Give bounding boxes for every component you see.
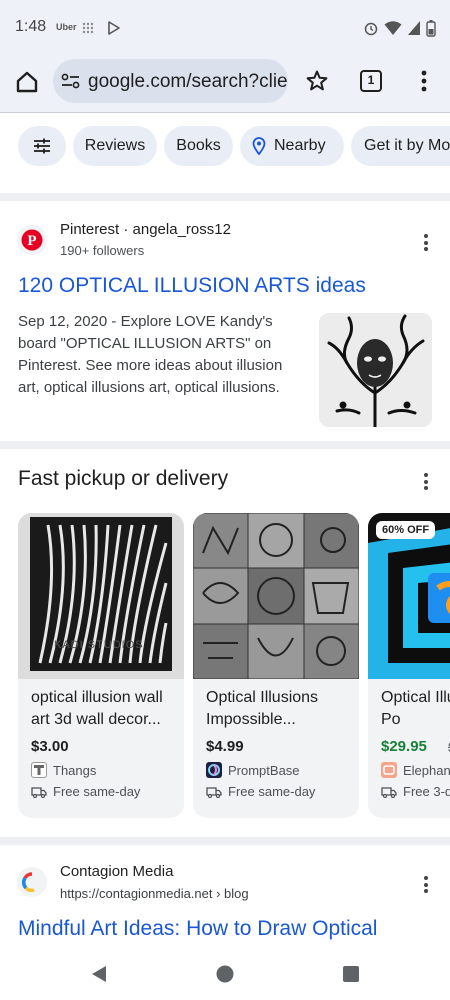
result-thumbnail-image[interactable] <box>319 313 432 427</box>
wifi-icon <box>384 20 402 41</box>
result-source-name[interactable]: Contagion Media <box>60 863 173 880</box>
discount-badge: 60% OFF <box>376 521 436 539</box>
shopping-section: Fast pickup or delivery KADI STUDIOS opt… <box>0 449 450 841</box>
product-image-watermark: KADI STUDIOS <box>54 639 144 651</box>
battery-icon <box>426 19 436 42</box>
result-url: https://contagionmedia.net › blog <box>60 886 249 901</box>
product-seller: PromptBase <box>206 762 300 778</box>
product-image: KADI STUDIOS <box>18 513 184 679</box>
seller-name: Thangs <box>53 762 97 778</box>
signal-icon <box>407 20 421 41</box>
status-time: 1:48 <box>15 18 47 35</box>
section-divider <box>0 193 450 201</box>
search-result-pinterest: P Pinterest · angela_ross12 190+ followe… <box>0 203 450 441</box>
location-pin-icon <box>252 137 266 155</box>
product-card[interactable]: 60% OFF Optical Illu Letter S Po $29.95 … <box>368 513 450 818</box>
home-circle-icon[interactable] <box>216 965 234 988</box>
product-shipping: Free same-day <box>206 784 315 799</box>
shipping-text: Free same-day <box>228 784 316 799</box>
delivery-truck-icon <box>206 786 222 798</box>
promptbase-logo-icon <box>206 762 222 778</box>
result-title-link[interactable]: 120 OPTICAL ILLUSION ARTS ideas <box>18 274 366 298</box>
result-followers: 190+ followers <box>60 243 145 258</box>
books-chip-label: Books <box>176 137 221 154</box>
uber-notification-icon: Uber <box>56 22 77 32</box>
reviews-chip[interactable]: Reviews <box>73 126 157 166</box>
seller-name: Elephan <box>403 762 450 778</box>
thangs-logo-icon <box>31 762 47 778</box>
status-bar: 1:48 Uber <box>0 0 450 56</box>
result-more-options-icon[interactable] <box>424 876 428 896</box>
product-seller: Thangs <box>31 762 96 778</box>
delivery-truck-icon <box>31 786 47 798</box>
bookmark-star-icon[interactable] <box>305 69 329 98</box>
system-navigation-bar <box>0 950 450 1000</box>
product-price: $3.00 <box>31 738 69 755</box>
result-title-link[interactable]: Mindful Art Ideas: How to Draw Optical <box>18 917 377 941</box>
shipping-text: Free 3-da <box>403 784 450 799</box>
seller-name: PromptBase <box>228 762 300 778</box>
contagion-media-favicon <box>17 867 47 897</box>
result-snippet: Sep 12, 2020 - Explore LOVE Kandy's boar… <box>18 313 283 396</box>
nearby-chip[interactable]: Nearby <box>240 126 344 166</box>
product-price: $4.99 <box>206 738 244 755</box>
more-menu-icon[interactable] <box>421 70 427 97</box>
back-icon[interactable] <box>90 965 108 988</box>
get-it-by-chip[interactable]: Get it by Mo <box>351 126 450 166</box>
product-shipping: Free 3-da <box>381 784 450 799</box>
product-title: Optical Illu Letter S Po <box>381 689 450 728</box>
product-sale-price: $29.95 <box>381 738 427 755</box>
section-more-options-icon[interactable] <box>424 473 428 493</box>
product-shipping: Free same-day <box>31 784 140 799</box>
contagion-media-logo-icon <box>21 872 35 893</box>
svg-text:P: P <box>27 233 36 249</box>
alarm-icon <box>363 20 379 41</box>
result-more-options-icon[interactable] <box>424 234 428 254</box>
section-divider <box>0 441 450 449</box>
pinterest-logo-icon: P <box>21 229 43 251</box>
elephant-logo-icon <box>381 762 397 778</box>
recents-square-icon[interactable] <box>343 966 359 987</box>
product-title: Optical Illusions Impossible... <box>206 689 319 728</box>
sliders-icon <box>34 138 50 154</box>
section-divider <box>0 837 450 845</box>
page-info-icon[interactable] <box>61 72 81 95</box>
product-title: optical illusion wall art 3d wall decor.… <box>31 689 163 728</box>
address-bar[interactable]: google.com/search?clier <box>53 59 288 103</box>
get-it-chip-label: Get it by Mo <box>364 137 450 154</box>
pinterest-favicon: P <box>17 225 47 255</box>
product-cards-row: KADI STUDIOS optical illusion wall art 3… <box>0 513 450 821</box>
search-result-contagion-media: Contagion Media https://contagionmedia.n… <box>0 845 450 955</box>
filter-settings-chip[interactable] <box>18 126 66 166</box>
product-seller: Elephan <box>381 762 450 778</box>
product-card[interactable]: KADI STUDIOS optical illusion wall art 3… <box>18 513 184 818</box>
home-button[interactable] <box>14 69 40 95</box>
product-image: 60% OFF <box>368 513 450 679</box>
grid-icon <box>82 21 94 39</box>
tab-switcher-button[interactable]: 1 <box>360 70 382 92</box>
browser-toolbar: google.com/search?clier 1 <box>0 56 450 112</box>
books-chip[interactable]: Books <box>164 126 233 166</box>
section-title: Fast pickup or delivery <box>18 467 229 490</box>
product-card[interactable]: Optical Illusions Impossible... $4.99 Pr… <box>193 513 359 818</box>
nearby-chip-label: Nearby <box>274 137 326 154</box>
result-source-name[interactable]: Pinterest · angela_ross12 <box>60 221 231 238</box>
play-store-icon <box>106 20 122 41</box>
shipping-text: Free same-day <box>53 784 141 799</box>
delivery-truck-icon <box>381 786 397 798</box>
status-icons <box>363 19 436 42</box>
url-text: google.com/search?clier <box>88 71 288 92</box>
product-image <box>193 513 359 679</box>
reviews-chip-label: Reviews <box>84 137 146 154</box>
filter-chips-row: Reviews Books Nearby Get it by Mo <box>0 113 450 183</box>
